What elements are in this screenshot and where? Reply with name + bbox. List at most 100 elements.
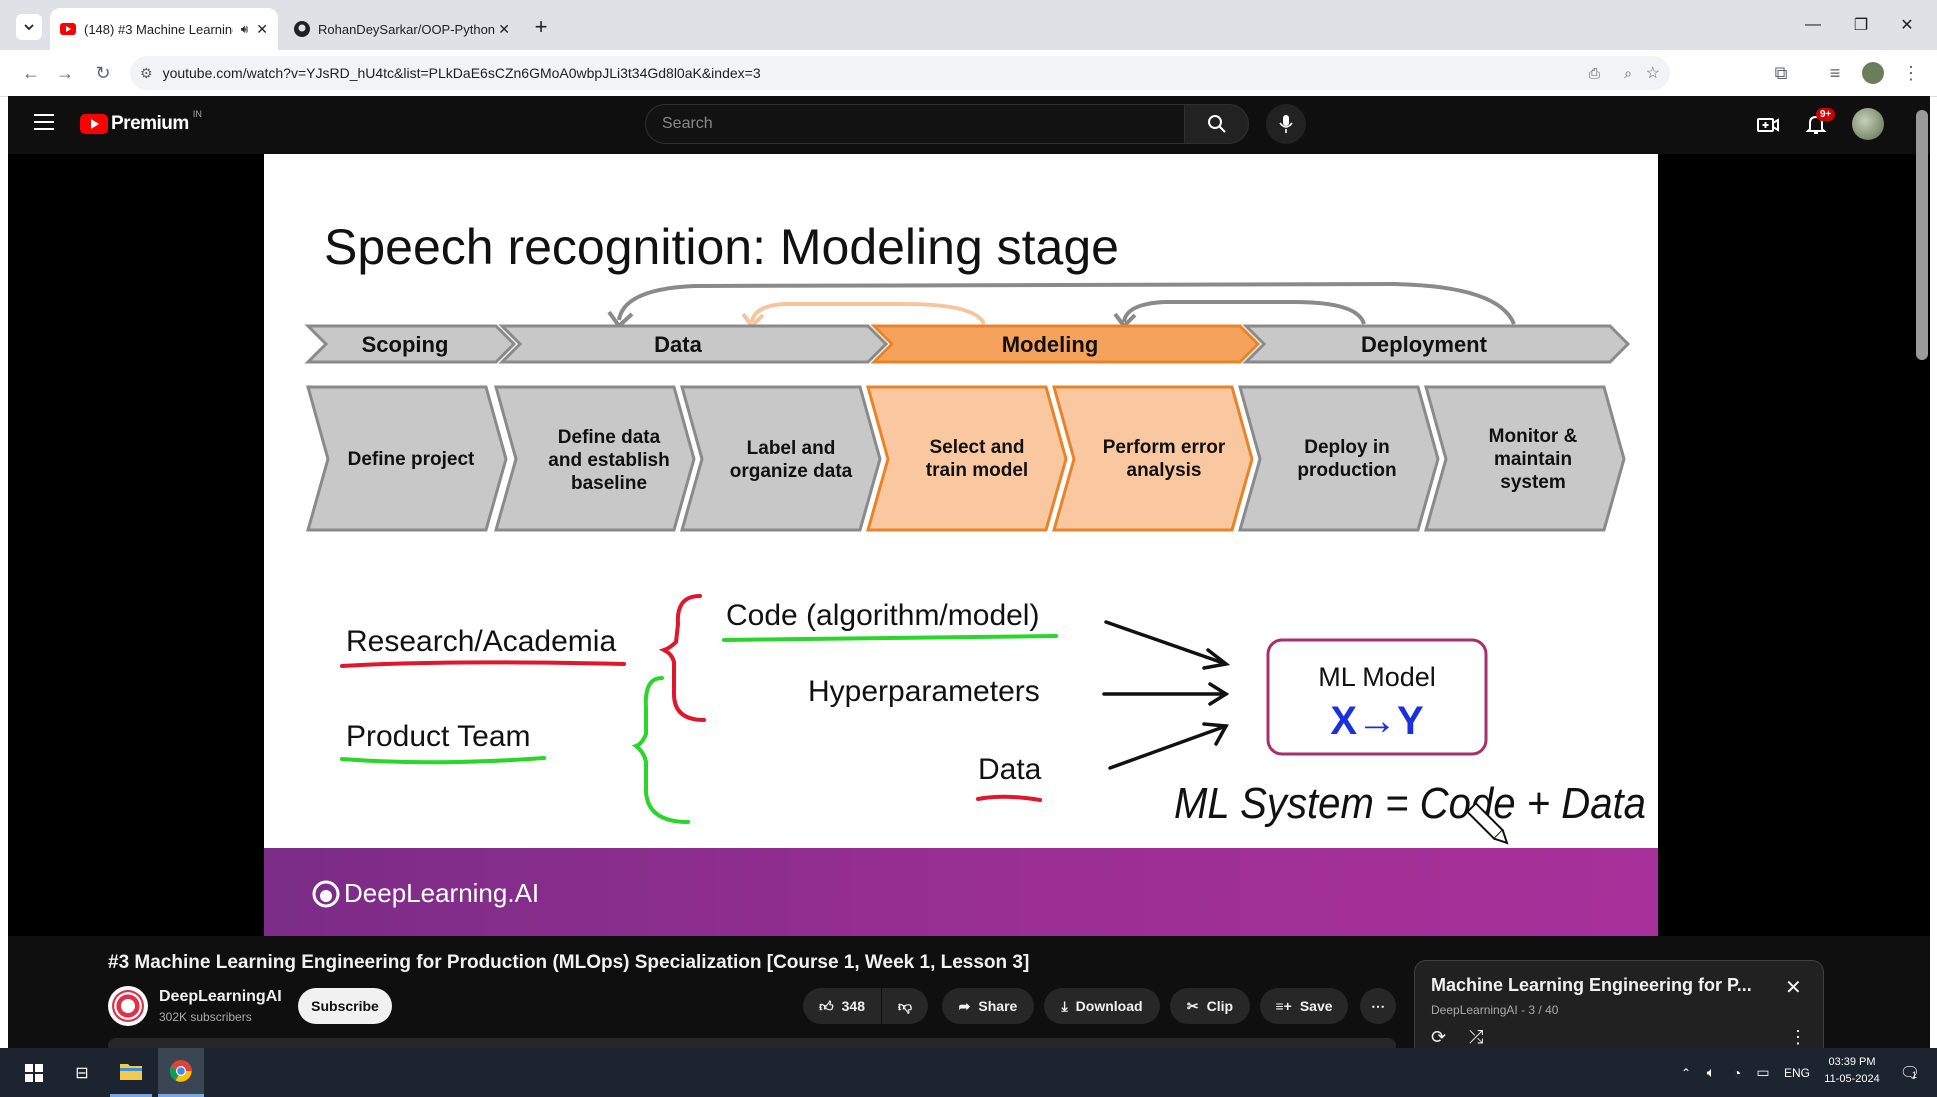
step-label: system — [1500, 472, 1566, 493]
create-video-icon[interactable] — [1756, 113, 1780, 137]
share-button[interactable]: ➦ Share — [942, 988, 1034, 1024]
window-close-button[interactable]: ✕ — [1884, 10, 1930, 40]
slide-canvas: Speech recognition: Modeling stage Scopi… — [304, 219, 1646, 845]
more-horizontal-icon: ⋯ — [1371, 997, 1385, 1014]
zoom-icon[interactable]: ⌕ — [1624, 65, 1632, 82]
search-button[interactable] — [1185, 104, 1249, 144]
file-explorer-icon[interactable] — [110, 1048, 152, 1097]
playlist-meta: DeepLearningAI - 3 / 40 — [1431, 1003, 1559, 1017]
action-center-icon[interactable]: 🗨︎ — [1892, 1048, 1928, 1097]
country-code: IN — [192, 109, 202, 119]
like-count: 348 — [841, 998, 865, 1014]
code-label: Code (algorithm/model) — [726, 599, 1039, 632]
chrome-taskbar-icon[interactable] — [158, 1048, 204, 1097]
playlist-close-icon[interactable]: ✕ — [1785, 975, 1802, 1000]
step-label: analysis — [1127, 460, 1202, 481]
dislike-button[interactable]: 👎︎ — [882, 988, 928, 1024]
more-actions-button[interactable]: ⋯ — [1360, 988, 1396, 1024]
new-tab-button[interactable]: + — [528, 14, 554, 40]
phase-label: Modeling — [1002, 332, 1099, 357]
scissors-icon: ✂︎ — [1186, 997, 1199, 1014]
youtube-logo[interactable]: Premium IN — [80, 109, 202, 135]
battery-icon[interactable]: ▭ — [1752, 1048, 1774, 1097]
show-hidden-icons[interactable]: ⌃ — [1676, 1048, 1696, 1097]
forward-button[interactable]: → — [52, 60, 78, 86]
task-view-icon[interactable]: ⊟ — [62, 1048, 102, 1097]
chrome-menu-icon[interactable]: ⋮ — [1898, 60, 1924, 86]
clip-button[interactable]: ✂︎ Clip — [1170, 988, 1250, 1024]
feedback-arrow-orange — [750, 302, 986, 325]
video-player[interactable]: Speech recognition: Modeling stage Scopi… — [8, 154, 1930, 936]
handwritten-equation: ML System = Code + Data — [1174, 779, 1646, 828]
install-app-icon[interactable]: ⎙ — [1589, 65, 1600, 82]
wifi-icon[interactable]: ◔ — [1726, 1048, 1748, 1097]
step-select-train — [866, 385, 1068, 532]
download-button[interactable]: ⤓ Download — [1044, 988, 1160, 1024]
taskbar-clock[interactable]: 03:39 PM 11-05-2024 — [1812, 1054, 1892, 1088]
volume-icon[interactable]: 🔈︎ — [1700, 1048, 1722, 1097]
shuffle-icon[interactable]: ⤮ — [1469, 1027, 1483, 1048]
youtube-header: Premium IN Search 9+ — [8, 96, 1930, 154]
step-deploy — [1238, 385, 1440, 532]
playlist-more-icon[interactable]: ⋮ — [1789, 1027, 1807, 1048]
feedback-arrow-deploy — [1122, 300, 1366, 325]
subscriber-count: 302K subscribers — [159, 1010, 252, 1024]
media-controls-icon[interactable]: ≡ — [1822, 60, 1848, 86]
tab-search-button[interactable] — [16, 14, 42, 40]
search-input[interactable]: Search — [645, 104, 1185, 144]
share-icon: ➦ — [958, 997, 971, 1014]
step-label: Select and — [929, 437, 1024, 458]
slide-title: Speech recognition: Modeling stage — [324, 219, 1119, 275]
account-avatar[interactable] — [1852, 108, 1884, 140]
download-icon: ⤓ — [1061, 997, 1068, 1014]
channel-name[interactable]: DeepLearningAI — [159, 988, 282, 1006]
data-underline — [976, 794, 1042, 802]
loop-icon[interactable]: ⟳ — [1431, 1027, 1446, 1048]
step-label: Monitor & — [1489, 426, 1578, 447]
address-bar[interactable]: ⚙︎ youtube.com/watch?v=YJsRD_hU4tc&list=… — [130, 56, 1670, 90]
step-label: Deploy in — [1304, 437, 1390, 458]
minimize-button[interactable]: — — [1790, 10, 1836, 40]
subscribe-button[interactable]: Subscribe — [298, 988, 392, 1024]
save-label: Save — [1299, 998, 1333, 1014]
clock-date: 11-05-2024 — [1824, 1073, 1880, 1085]
phase-label: Scoping — [362, 332, 449, 357]
start-button[interactable] — [14, 1048, 54, 1097]
site-info-icon[interactable]: ⚙︎ — [140, 65, 153, 82]
speaker-icon[interactable]: 🔊︎ — [241, 22, 249, 37]
bookmark-star-icon[interactable]: ☆ — [1646, 63, 1660, 83]
video-info-area: #3 Machine Learning Engineering for Prod… — [8, 936, 1930, 1049]
deeplearning-logo: DeepLearning.AI — [312, 878, 539, 909]
hamburger-menu-icon[interactable] — [34, 114, 54, 130]
step-label: Define project — [348, 449, 475, 470]
share-label: Share — [978, 998, 1018, 1014]
tab-youtube[interactable]: (148) #3 Machine Learning 🔊︎ ✕ — [50, 8, 278, 50]
chrome-icon — [169, 1060, 192, 1082]
like-button[interactable]: 👍︎ 348 — [803, 988, 881, 1024]
video-title: #3 Machine Learning Engineering for Prod… — [108, 952, 1030, 973]
reload-button[interactable]: ↻ — [90, 60, 116, 86]
description-box-edge — [108, 1038, 1396, 1048]
page-scrollbar[interactable] — [1916, 110, 1928, 360]
tab-github[interactable]: RohanDeySarkar/OOP-Python ✕ — [284, 8, 520, 50]
youtube-logo-icon — [80, 114, 108, 134]
phase-label: Data — [654, 332, 702, 357]
channel-avatar[interactable] — [108, 986, 148, 1026]
notification-badge: 9+ — [1816, 108, 1836, 121]
profile-avatar[interactable] — [1862, 62, 1884, 84]
tab-close-icon[interactable]: ✕ — [256, 21, 268, 38]
step-label: Perform error — [1103, 437, 1226, 458]
step-label: Define data — [558, 427, 661, 448]
back-button[interactable]: ← — [18, 60, 44, 86]
voice-search-button[interactable] — [1266, 104, 1306, 144]
tab-close-icon[interactable]: ✕ — [498, 21, 510, 38]
restore-button[interactable]: ❐ — [1838, 10, 1884, 40]
brand-text: DeepLearning.AI — [344, 878, 540, 908]
url-text: youtube.com/watch?v=YJsRD_hU4tc&list=PLk… — [162, 65, 761, 81]
github-favicon-icon — [294, 21, 310, 37]
step-error-analysis — [1052, 385, 1254, 532]
save-button[interactable]: ≡+ Save — [1260, 988, 1348, 1024]
playlist-title[interactable]: Machine Learning Engineering for P... — [1431, 975, 1752, 996]
windows-taskbar — [0, 1048, 1937, 1097]
extensions-icon[interactable]: ⧉ — [1768, 60, 1794, 86]
